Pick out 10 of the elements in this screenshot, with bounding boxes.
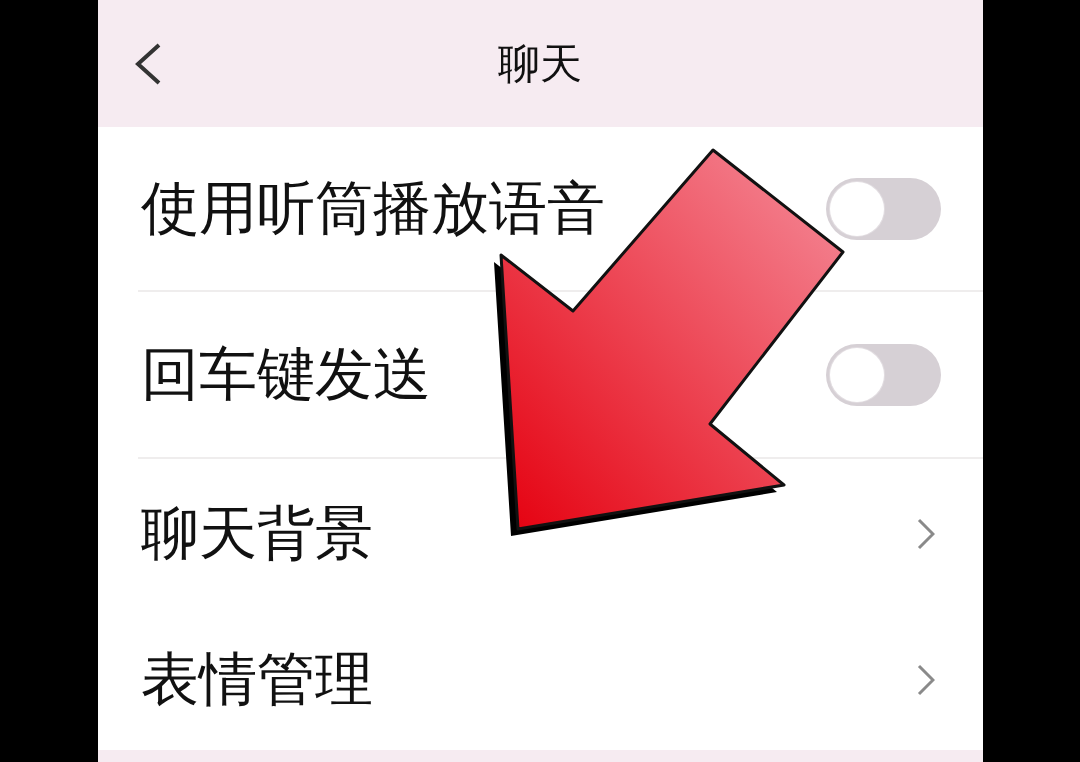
chevron-right-icon: [916, 518, 935, 550]
chevron-left-icon: [133, 42, 162, 85]
setting-label: 聊天背景: [140, 498, 373, 569]
back-button[interactable]: [133, 42, 162, 85]
setting-label: 回车键发送: [140, 338, 431, 410]
setting-label: 使用听筒播放语音: [140, 172, 605, 244]
setting-label: 表情管理: [140, 643, 373, 715]
toggle-switch[interactable]: [825, 177, 941, 240]
page-title: 聊天: [498, 37, 582, 90]
chevron-right-icon: [916, 663, 935, 696]
